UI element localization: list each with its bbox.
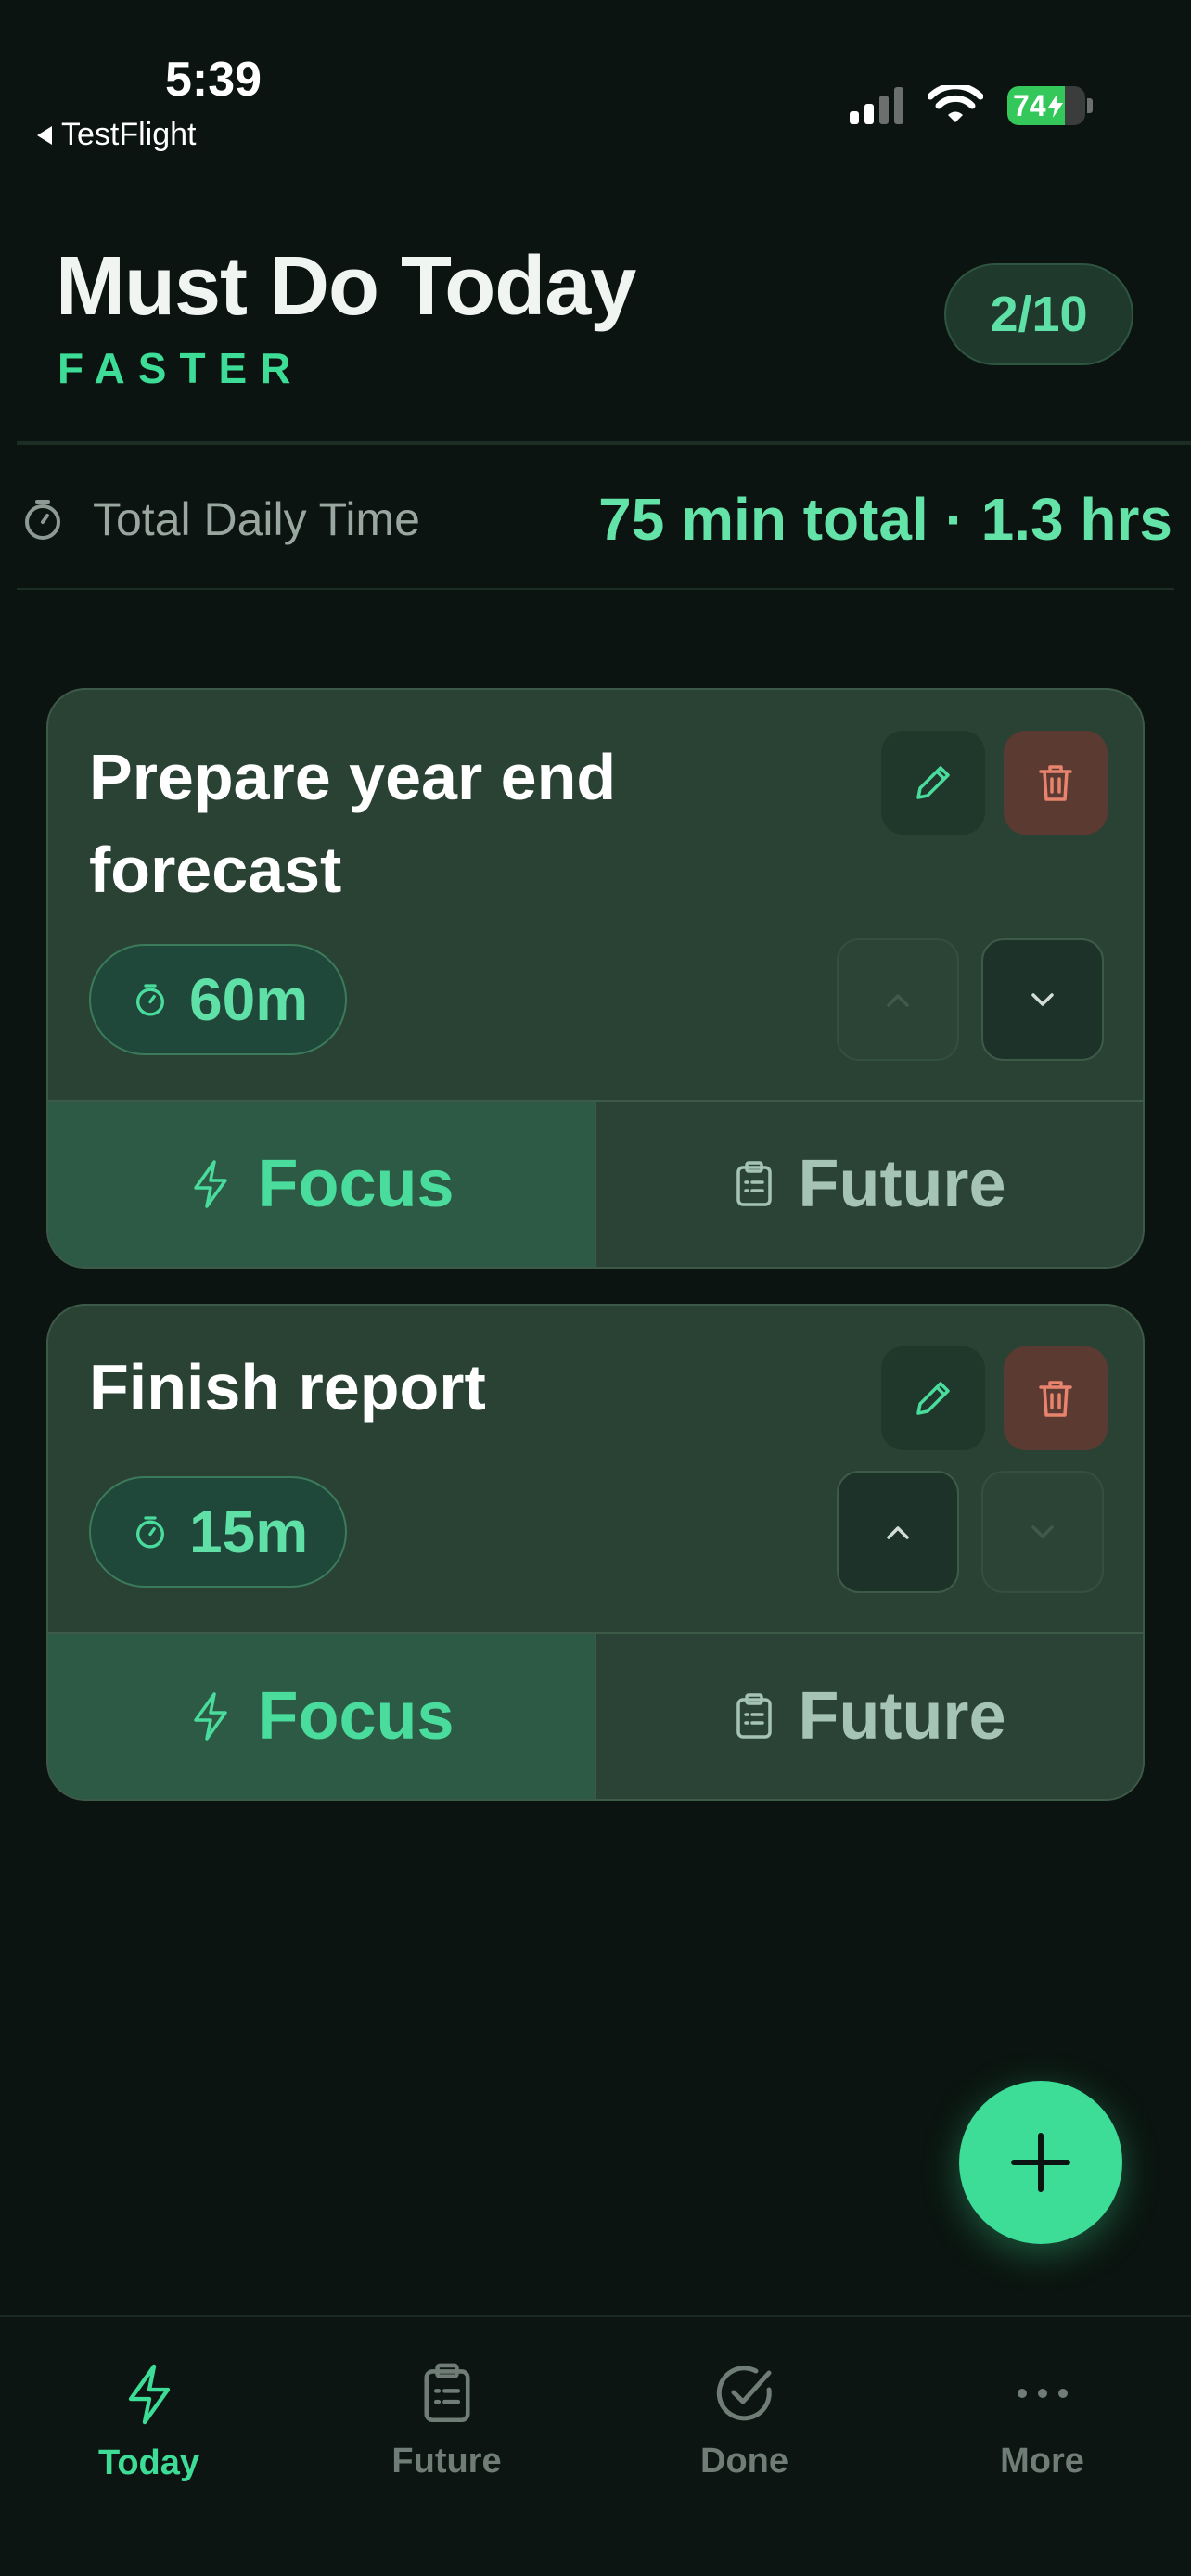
move-up-button[interactable] [837,1471,959,1593]
cellular-signal-icon [850,87,903,124]
back-app-label: TestFlight [61,117,197,152]
stopwatch-icon [136,984,164,1016]
add-task-button[interactable] [959,2081,1122,2244]
focus-label: Focus [257,1147,455,1221]
trash-icon [1039,1381,1072,1417]
task-actions: Focus Future [48,1632,1143,1799]
back-to-testflight-link[interactable]: TestFlight [37,117,197,153]
total-daily-time-value: 75 min total · 1.3 hrs [598,486,1172,553]
tab-done[interactable]: Done [596,2317,893,2576]
wifi-icon [928,85,983,122]
back-arrow-icon [37,125,52,145]
chevron-down-icon [1031,993,1054,1006]
pencil-icon [916,1382,950,1415]
status-icons: 74 [850,85,1093,126]
check-circle-icon [716,2366,772,2421]
pencil-icon [916,766,950,799]
charging-bolt-icon [1047,94,1063,118]
future-button[interactable]: Future [596,1634,1143,1799]
plus-icon [1011,2133,1070,2192]
task-actions: Focus Future [48,1100,1143,1267]
chevron-up-icon [887,1526,909,1539]
page-title: Must Do Today [56,240,636,333]
future-label: Future [798,1679,1006,1753]
clipboard-icon [736,1161,772,1206]
duration-pill: 60m [89,944,348,1055]
tab-label: Done [700,2442,788,2480]
duration-pill: 15m [89,1476,348,1588]
move-up-button[interactable] [837,938,959,1061]
clipboard-icon [736,1693,772,1739]
stopwatch-icon [136,1516,164,1549]
edit-task-button[interactable] [881,1346,985,1450]
page-subtitle: FASTER [58,344,304,392]
task-count-badge: 2/10 [944,263,1133,365]
bolt-icon [128,2364,170,2425]
battery-charging-icon: 74 [1007,86,1085,125]
tab-more[interactable]: More [893,2317,1191,2576]
status-time: 5:39 [165,53,263,107]
tab-today[interactable]: Today [0,2317,298,2576]
stopwatch-icon [25,500,60,540]
more-dots-icon [1017,2389,1068,2398]
task-card: Finish report 15m Focus Future [46,1304,1145,1801]
trash-icon [1039,765,1072,801]
task-card: Prepare year end forecast 60m Focus Futu… [46,688,1145,1269]
tab-future[interactable]: Future [298,2317,596,2576]
focus-label: Focus [257,1679,455,1753]
delete-task-button[interactable] [1004,1346,1108,1450]
total-daily-time-row: Total Daily Time 75 min total · 1.3 hrs [20,475,1172,564]
bolt-icon [194,1692,228,1741]
future-button[interactable]: Future [596,1102,1143,1267]
app-screen: 5:39 TestFlight 74 Must Do Today FASTER … [0,0,1191,2576]
tab-label: More [1000,2442,1084,2480]
section-divider [17,588,1174,590]
clipboard-icon [423,2363,470,2423]
chevron-down-icon [1031,1525,1054,1538]
edit-task-button[interactable] [881,731,985,835]
focus-button[interactable]: Focus [48,1102,596,1267]
tab-label: Today [97,2443,200,2482]
task-title: Prepare year end forecast [89,741,617,906]
chevron-up-icon [887,994,909,1007]
focus-button[interactable]: Focus [48,1634,596,1799]
future-label: Future [798,1147,1006,1221]
duration-value: 60m [189,966,309,1033]
tab-bar: Today Future Done More [0,2315,1191,2576]
header-divider [17,441,1191,445]
battery-percent: 74 [1013,88,1046,122]
total-daily-time-label: Total Daily Time [93,493,420,545]
delete-task-button[interactable] [1004,731,1108,835]
move-down-button[interactable] [981,1471,1104,1593]
bolt-icon [194,1160,228,1208]
tab-label: Future [391,2442,502,2480]
task-title: Finish report [89,1351,486,1423]
duration-value: 15m [189,1498,309,1565]
move-down-button[interactable] [981,938,1104,1061]
